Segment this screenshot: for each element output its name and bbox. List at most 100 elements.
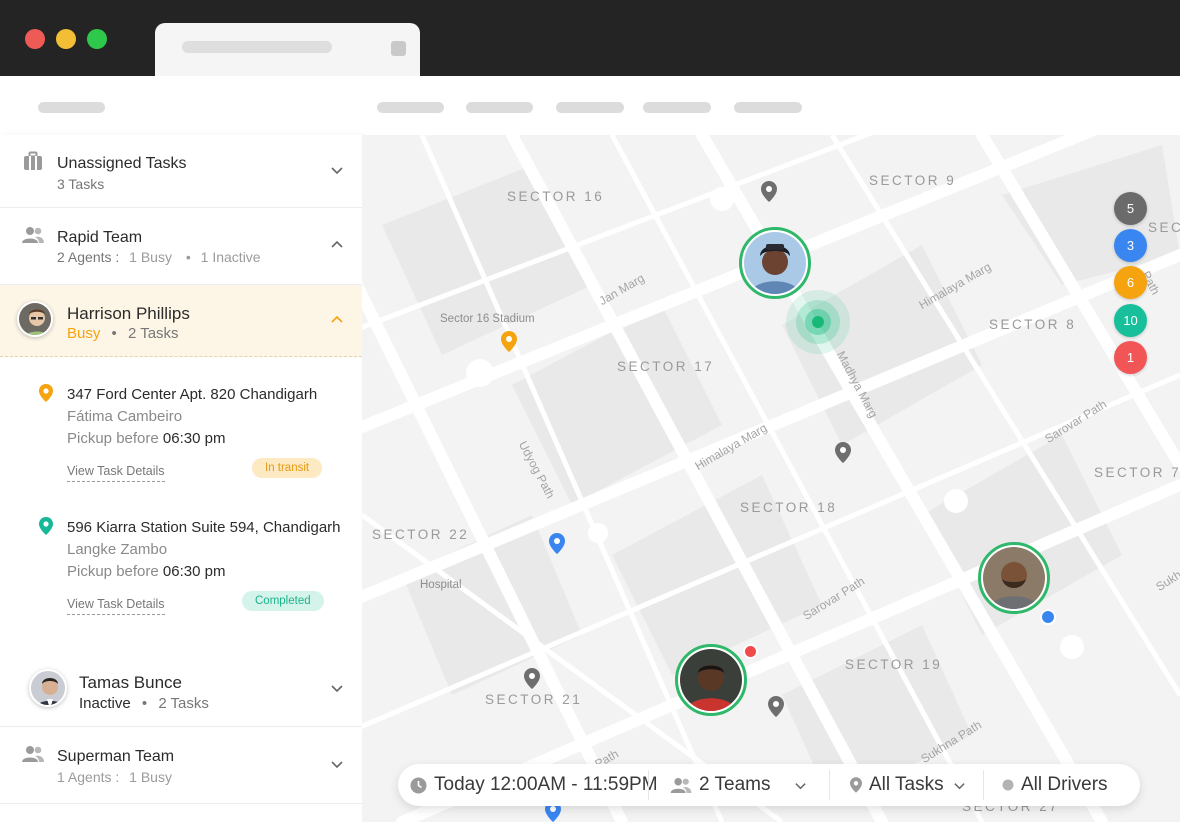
task-customer: Langke Zambo: [67, 541, 168, 558]
agent-name: Tamas Bunce: [79, 673, 182, 692]
filter-divider: [829, 770, 830, 800]
group-task-count: 3 Tasks: [57, 176, 105, 192]
sector-label: SECTOR 8: [989, 317, 1077, 332]
view-task-details-link[interactable]: View Task Details: [67, 597, 165, 615]
tasks-filter[interactable]: All Tasks: [850, 764, 973, 806]
sector-label: SEC: [1148, 220, 1180, 235]
task-pin-icon[interactable]: [761, 181, 777, 202]
agent-status-line: Inactive • 2 Tasks: [79, 695, 209, 712]
task-card[interactable]: 596 Kiarra Station Suite 594, Chandigarh…: [0, 517, 362, 629]
agent-count: 2 Agents :: [57, 249, 120, 265]
chevron-up-icon[interactable]: [330, 238, 344, 252]
team-icon: [22, 746, 44, 762]
chevron-down-icon: [953, 782, 965, 789]
team-icon: [670, 777, 692, 793]
task-address: 596 Kiarra Station Suite 594, Chandigarh: [67, 519, 341, 536]
close-window-button[interactable]: [25, 29, 45, 49]
agent-count: 1 Agents :: [57, 769, 120, 785]
task-card[interactable]: 347 Ford Center Apt. 820 Chandigarh Fáti…: [0, 384, 362, 496]
inactive-count: 1 Inactive: [200, 249, 261, 265]
unassigned-tasks-group[interactable]: Unassigned Tasks 3 Tasks: [0, 135, 362, 208]
location-pin-icon: [39, 384, 53, 402]
pickup-time: 06:30 pm: [162, 563, 226, 580]
view-task-details-link[interactable]: View Task Details: [67, 464, 165, 482]
briefcase-icon: [24, 151, 42, 170]
sector-label: SECTOR 16: [507, 189, 605, 204]
chevron-down-icon[interactable]: [330, 757, 344, 771]
cluster-count[interactable]: 5: [1114, 192, 1147, 225]
maximize-window-button[interactable]: [87, 29, 107, 49]
chevron-down-icon: [795, 782, 807, 789]
task-pin-icon[interactable]: [501, 331, 517, 352]
nav-item-placeholder[interactable]: [643, 102, 711, 113]
agent-row-harrison-phillips[interactable]: Harrison Phillips Busy • 2 Tasks: [0, 285, 362, 357]
location-pin-icon: [39, 517, 53, 535]
minimize-window-button[interactable]: [56, 29, 76, 49]
cluster-count[interactable]: 3: [1114, 229, 1147, 262]
filter-divider: [983, 770, 984, 800]
cluster-count[interactable]: 1: [1114, 341, 1147, 374]
driver-avatar[interactable]: [978, 542, 1050, 614]
filter-divider: [648, 770, 649, 800]
sector-label: SECTOR 21: [485, 692, 583, 707]
cluster-count[interactable]: 6: [1114, 266, 1147, 299]
task-pin-icon[interactable]: [835, 442, 851, 463]
task-sidebar: Unassigned Tasks 3 Tasks Rapid Team 2 Ag…: [0, 135, 362, 822]
group-title: Rapid Team: [57, 229, 143, 246]
sector-label: SECTOR 17: [617, 359, 715, 374]
drivers-label: All Drivers: [1021, 774, 1108, 795]
drivers-filter[interactable]: All Drivers: [1002, 764, 1108, 806]
time-range-filter[interactable]: Today 12:00AM - 11:59PM: [410, 764, 658, 806]
status-dot-icon: [1002, 779, 1014, 791]
driver-avatar[interactable]: [739, 227, 811, 299]
place-label: Hospital: [420, 579, 462, 591]
teams-label: 2 Teams: [699, 774, 771, 795]
agent-name: Harrison Phillips: [67, 304, 190, 323]
status-dot: [1040, 609, 1056, 625]
chevron-up-icon[interactable]: [330, 313, 344, 327]
browser-tab[interactable]: [155, 23, 420, 76]
agent-status-line: Busy • 2 Tasks: [67, 325, 179, 342]
nav-item-placeholder[interactable]: [377, 102, 444, 113]
tab-close-icon[interactable]: [391, 41, 406, 56]
nav-item-placeholder[interactable]: [734, 102, 802, 113]
group-agent-summary: 2 Agents : 1 Busy • 1 Inactive: [57, 249, 261, 265]
nav-item-placeholder[interactable]: [466, 102, 533, 113]
tasks-label: All Tasks: [869, 774, 944, 795]
chevron-down-icon[interactable]: [330, 163, 344, 177]
logo-placeholder: [38, 102, 105, 113]
task-address: 347 Ford Center Apt. 820 Chandigarh: [67, 386, 318, 403]
status-dot: [743, 644, 758, 659]
task-pickup: Pickup before 06:30 pm: [67, 430, 226, 447]
cluster-count[interactable]: 10: [1114, 304, 1147, 337]
live-location-marker[interactable]: [786, 290, 850, 354]
pickup-time: 06:30 pm: [162, 430, 226, 447]
group-title: Superman Team: [57, 748, 175, 765]
task-pin-icon[interactable]: [524, 668, 540, 689]
map-view[interactable]: SECTOR 16 SECTOR 9 SECTOR 8 SECTOR 17 SE…: [362, 135, 1180, 822]
tab-title-placeholder: [182, 41, 332, 53]
rapid-team-group[interactable]: Rapid Team 2 Agents : 1 Busy • 1 Inactiv…: [0, 208, 362, 285]
team-icon: [22, 227, 44, 243]
location-pin-icon: [850, 777, 862, 793]
superman-team-group[interactable]: Superman Team 1 Agents : 1 Busy: [0, 727, 362, 804]
driver-avatar[interactable]: [675, 644, 747, 716]
task-pickup: Pickup before 06:30 pm: [67, 563, 226, 580]
agent-row-tamas-bunce[interactable]: Tamas Bunce Inactive • 2 Tasks: [0, 653, 362, 727]
nav-item-placeholder[interactable]: [556, 102, 624, 113]
group-agent-summary: 1 Agents : 1 Busy: [57, 769, 172, 785]
task-pin-icon[interactable]: [768, 696, 784, 717]
clock-icon: [410, 777, 427, 793]
agent-status: Inactive: [79, 695, 131, 712]
busy-count: 1 Busy: [129, 249, 172, 265]
group-title: Unassigned Tasks: [57, 155, 187, 172]
sector-label: SECTOR 9: [869, 173, 957, 188]
agent-avatar: [17, 301, 53, 337]
agent-avatar: [29, 669, 67, 707]
chevron-down-icon[interactable]: [330, 681, 344, 695]
teams-filter[interactable]: 2 Teams: [670, 764, 814, 806]
agent-task-count: 2 Tasks: [127, 325, 179, 342]
task-pin-icon[interactable]: [549, 533, 565, 554]
agent-status: Busy: [67, 325, 101, 342]
sector-label: SECTOR 18: [740, 500, 838, 515]
